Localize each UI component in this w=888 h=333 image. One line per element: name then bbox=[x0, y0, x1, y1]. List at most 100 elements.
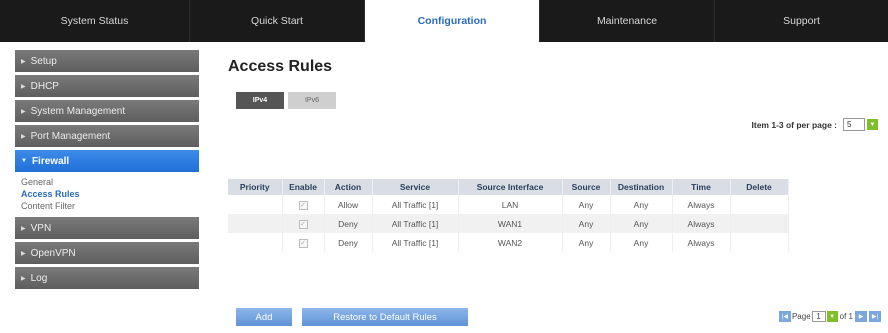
caret-right-icon: ▶ bbox=[21, 133, 26, 140]
sidebar-item-label: Setup bbox=[30, 55, 57, 67]
access-rules-table: Priority Enable Action Service Source In… bbox=[228, 179, 789, 252]
pager-top: Item 1-3 of per page : 5 ▼ bbox=[751, 118, 878, 131]
service-cell: All Traffic [1] bbox=[372, 233, 459, 252]
col-source[interactable]: Source bbox=[562, 179, 611, 195]
page-select[interactable]: 1 bbox=[811, 311, 826, 322]
tab-quick-start[interactable]: Quick Start bbox=[190, 0, 365, 42]
chevron-down-icon[interactable]: ▼ bbox=[867, 119, 878, 130]
sidebar-item-setup[interactable]: ▶ Setup bbox=[15, 50, 199, 72]
caret-down-icon: ▼ bbox=[21, 158, 27, 164]
col-time[interactable]: Time bbox=[672, 179, 731, 195]
source-cell: Any bbox=[562, 214, 611, 233]
tab-support[interactable]: Support bbox=[715, 0, 888, 42]
service-cell: All Traffic [1] bbox=[372, 214, 459, 233]
source-interface-cell: WAN1 bbox=[458, 214, 563, 233]
sidebar-item-openvpn[interactable]: ▶ OpenVPN bbox=[15, 242, 199, 264]
caret-right-icon: ▶ bbox=[21, 108, 26, 115]
enable-cell: ✓ bbox=[282, 195, 325, 214]
pager-bottom: |◀ Page 1 ▼ of 1 ▶ ▶| bbox=[778, 311, 882, 322]
tab-ipv4[interactable]: IPv4 bbox=[236, 92, 284, 109]
source-interface-cell: WAN2 bbox=[458, 233, 563, 252]
destination-cell: Any bbox=[610, 195, 673, 214]
tab-ipv6[interactable]: IPv6 bbox=[288, 92, 336, 109]
action-cell: Deny bbox=[324, 233, 373, 252]
page-title: Access Rules bbox=[228, 58, 333, 75]
submenu-item-general[interactable]: General bbox=[21, 176, 199, 188]
time-cell: Always bbox=[672, 233, 731, 252]
last-page-icon[interactable]: ▶| bbox=[869, 311, 881, 322]
sidebar: ▶ Setup ▶ DHCP ▶ System Management ▶ Por… bbox=[15, 50, 199, 333]
table-row[interactable]: ✓ Allow All Traffic [1] LAN Any Any Alwa… bbox=[228, 195, 789, 214]
col-priority[interactable]: Priority bbox=[228, 179, 283, 195]
destination-cell: Any bbox=[610, 233, 673, 252]
sidebar-item-label: System Management bbox=[30, 105, 126, 117]
tab-system-status[interactable]: System Status bbox=[0, 0, 190, 42]
page-value: 1 bbox=[816, 312, 821, 321]
page-total-label: of 1 bbox=[839, 312, 853, 321]
item-count-label: Item 1-3 of per page : bbox=[751, 119, 838, 130]
add-button[interactable]: Add bbox=[236, 308, 292, 326]
caret-right-icon: ▶ bbox=[21, 83, 26, 90]
sidebar-item-log[interactable]: ▶ Log bbox=[15, 267, 199, 289]
tab-configuration[interactable]: Configuration bbox=[365, 0, 540, 42]
col-source-interface[interactable]: Source Interface bbox=[458, 179, 563, 195]
sidebar-item-port-management[interactable]: ▶ Port Management bbox=[15, 125, 199, 147]
per-page-value: 5 bbox=[847, 120, 852, 129]
sidebar-item-label: DHCP bbox=[30, 80, 59, 92]
sidebar-item-label: VPN bbox=[30, 222, 52, 234]
caret-right-icon: ▶ bbox=[21, 58, 26, 65]
submenu-item-content-filter[interactable]: Content Filter bbox=[21, 200, 199, 212]
sidebar-item-system-management[interactable]: ▶ System Management bbox=[15, 100, 199, 122]
restore-default-rules-button[interactable]: Restore to Default Rules bbox=[302, 308, 468, 326]
enable-checkbox[interactable]: ✓ bbox=[298, 220, 308, 229]
priority-cell bbox=[228, 214, 283, 233]
action-cell: Deny bbox=[324, 214, 373, 233]
enable-cell: ✓ bbox=[282, 233, 325, 252]
tab-maintenance[interactable]: Maintenance bbox=[540, 0, 715, 42]
first-page-icon[interactable]: |◀ bbox=[778, 311, 791, 322]
delete-cell bbox=[730, 233, 789, 252]
enable-checkbox[interactable]: ✓ bbox=[298, 201, 308, 210]
enable-checkbox[interactable]: ✓ bbox=[298, 239, 308, 248]
source-cell: Any bbox=[562, 195, 611, 214]
time-cell: Always bbox=[672, 214, 731, 233]
table-row[interactable]: ✓ Deny All Traffic [1] WAN2 Any Any Alwa… bbox=[228, 233, 789, 252]
delete-cell bbox=[730, 195, 789, 214]
sidebar-item-vpn[interactable]: ▶ VPN bbox=[15, 217, 199, 239]
col-enable[interactable]: Enable bbox=[282, 179, 325, 195]
page-label: Page bbox=[791, 312, 811, 321]
ip-version-tabs: IPv4 IPv6 bbox=[236, 92, 340, 109]
col-delete[interactable]: Delete bbox=[730, 179, 789, 195]
delete-cell bbox=[730, 214, 789, 233]
firewall-submenu: General Access Rules Content Filter bbox=[15, 172, 199, 214]
col-action[interactable]: Action bbox=[324, 179, 373, 195]
caret-right-icon: ▶ bbox=[21, 225, 26, 232]
time-cell: Always bbox=[672, 195, 731, 214]
caret-right-icon: ▶ bbox=[21, 275, 26, 282]
sidebar-item-dhcp[interactable]: ▶ DHCP bbox=[15, 75, 199, 97]
service-cell: All Traffic [1] bbox=[372, 195, 459, 214]
sidebar-item-label: Firewall bbox=[31, 155, 70, 167]
col-destination[interactable]: Destination bbox=[610, 179, 673, 195]
sidebar-item-label: Port Management bbox=[30, 130, 111, 142]
table-row[interactable]: ✓ Deny All Traffic [1] WAN1 Any Any Alwa… bbox=[228, 214, 789, 233]
next-page-icon[interactable]: ▶ bbox=[855, 311, 867, 322]
submenu-item-access-rules[interactable]: Access Rules bbox=[21, 188, 199, 200]
col-service[interactable]: Service bbox=[372, 179, 459, 195]
enable-cell: ✓ bbox=[282, 214, 325, 233]
priority-cell bbox=[228, 195, 283, 214]
chevron-down-icon[interactable]: ▼ bbox=[826, 311, 838, 322]
priority-cell bbox=[228, 233, 283, 252]
sidebar-item-label: Log bbox=[30, 272, 48, 284]
source-interface-cell: LAN bbox=[458, 195, 563, 214]
action-cell: Allow bbox=[324, 195, 373, 214]
top-nav: System Status Quick Start Configuration … bbox=[0, 0, 888, 42]
source-cell: Any bbox=[562, 233, 611, 252]
sidebar-item-firewall[interactable]: ▼ Firewall bbox=[15, 150, 199, 172]
destination-cell: Any bbox=[610, 214, 673, 233]
main-content: Access Rules IPv4 IPv6 Item 1-3 of per p… bbox=[228, 58, 888, 326]
per-page-select[interactable]: 5 bbox=[843, 118, 865, 131]
sidebar-item-label: OpenVPN bbox=[30, 247, 76, 259]
table-header-row: Priority Enable Action Service Source In… bbox=[228, 179, 789, 195]
caret-right-icon: ▶ bbox=[21, 250, 26, 257]
